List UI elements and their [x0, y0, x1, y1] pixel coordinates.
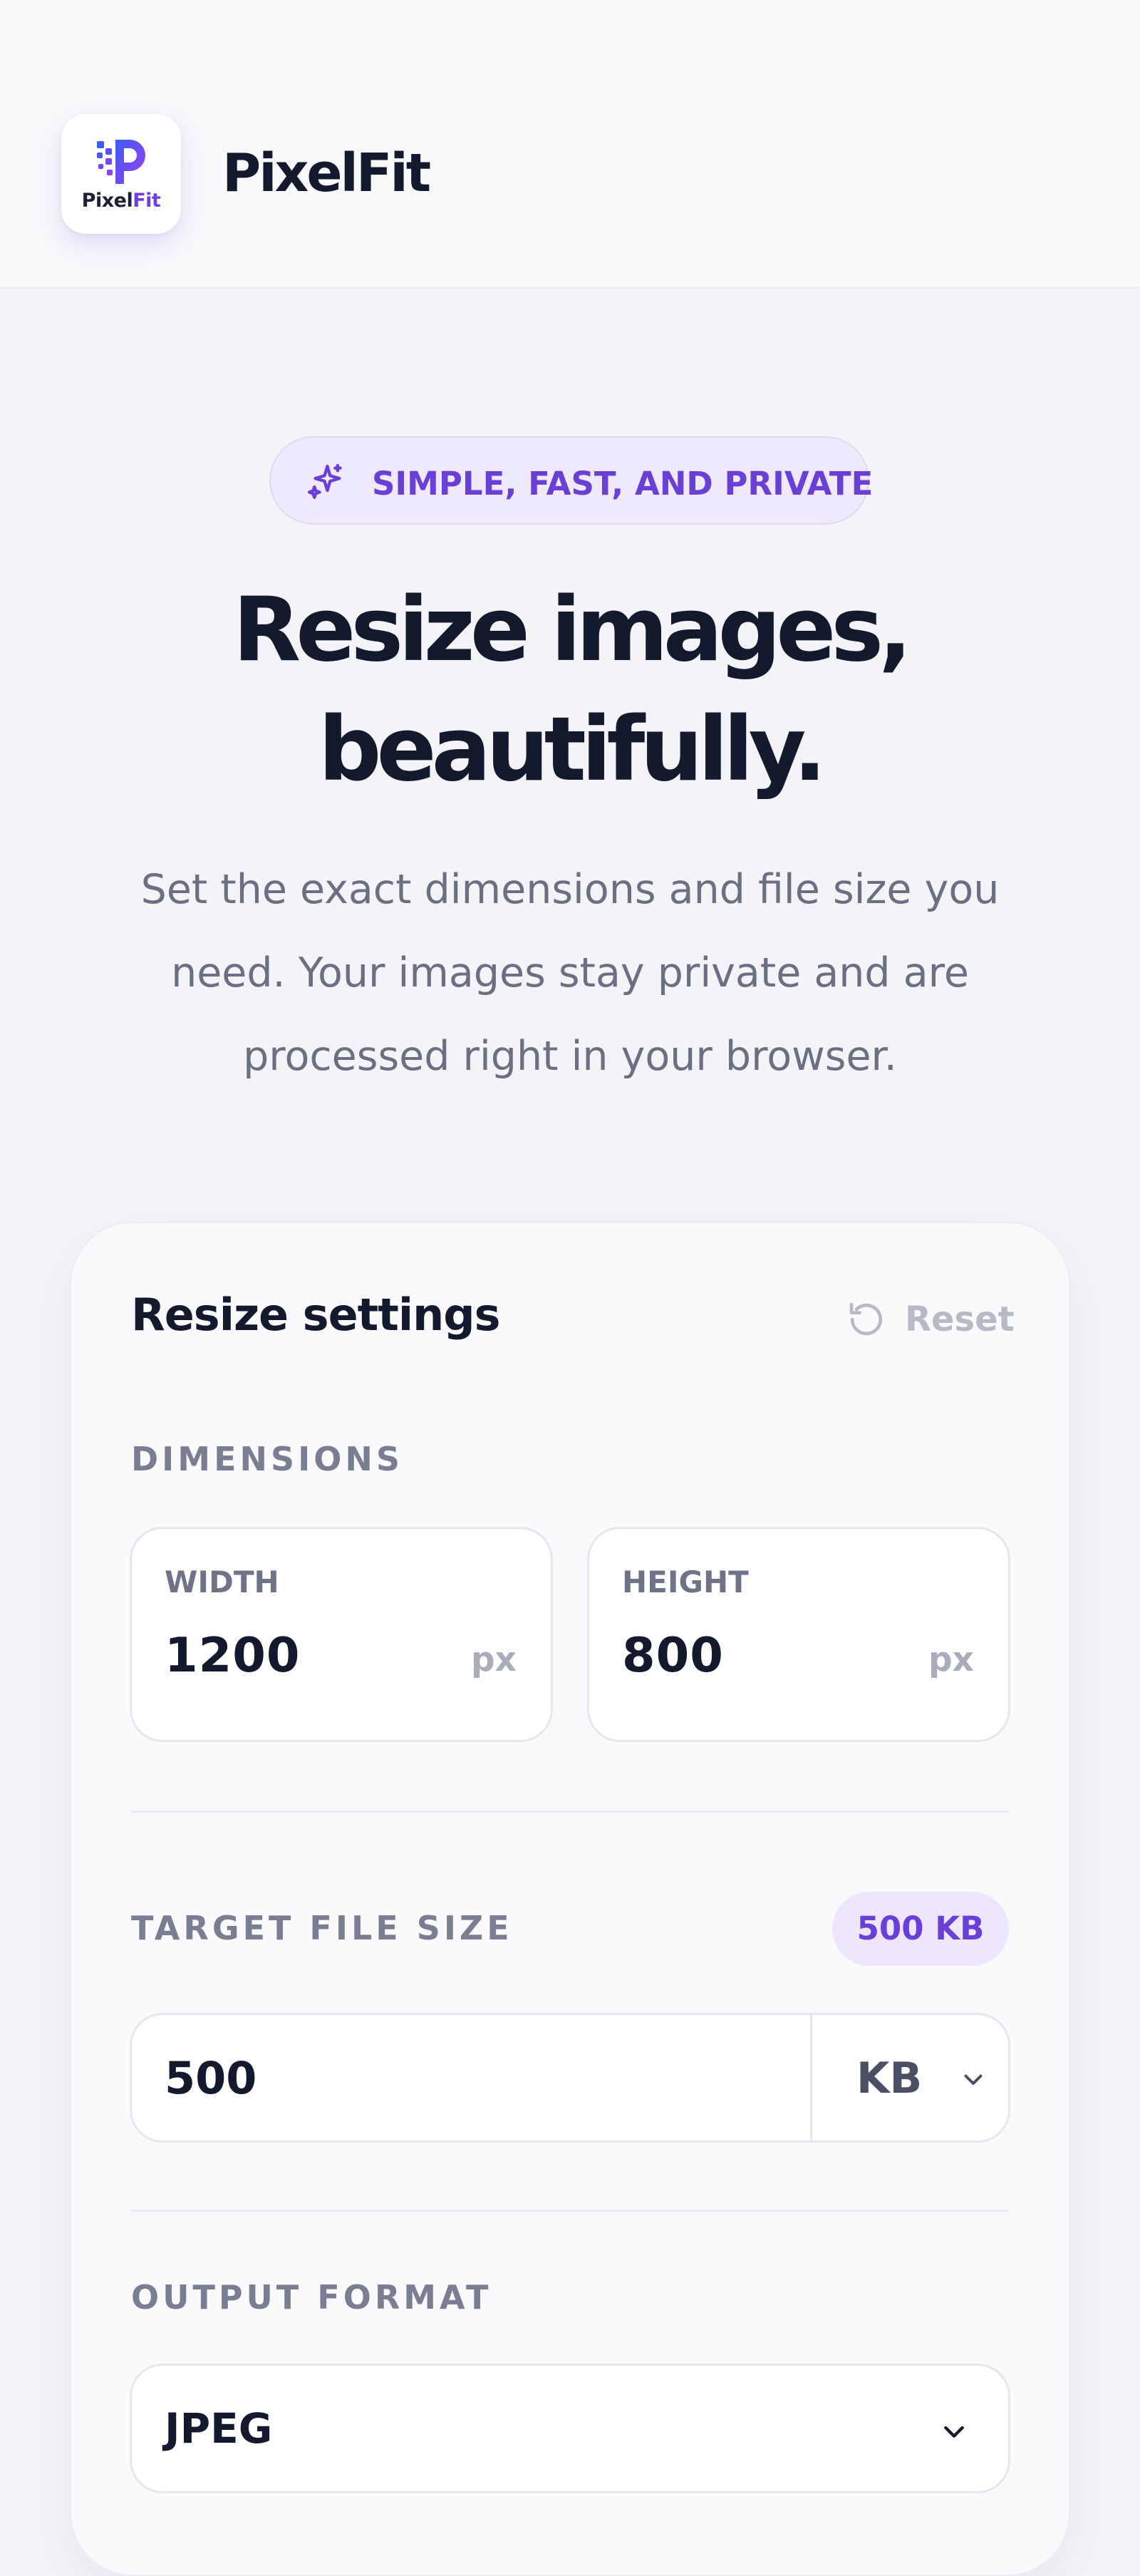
section-divider	[131, 1810, 1009, 1813]
file-size-field[interactable]: 500 KB	[130, 2013, 1010, 2143]
logo-word-fit: Fit	[133, 190, 161, 212]
file-size-label: TARGET FILE SIZE	[131, 1909, 513, 1947]
logo-word-pixel: Pixel	[81, 190, 133, 212]
width-unit: px	[471, 1640, 517, 1679]
brand-name[interactable]: PixelFit	[222, 143, 431, 204]
file-size-badge: 500 KB	[832, 1892, 1009, 1966]
description-line-2: need. Your images stay private and are	[171, 949, 969, 996]
headline-line-1: Resize images,	[232, 579, 913, 681]
reset-icon	[849, 1302, 883, 1336]
app-header: PixelFit PixelFit	[0, 0, 1140, 289]
settings-title: Resize settings	[131, 1289, 501, 1341]
height-label: HEIGHT	[622, 1565, 749, 1599]
sparkle-icon	[307, 463, 342, 499]
reset-button[interactable]: Reset	[846, 1294, 1015, 1344]
chevron-down-icon	[944, 2426, 964, 2438]
height-field[interactable]: HEIGHT 800 px	[587, 1527, 1010, 1742]
section-divider	[131, 2210, 1009, 2212]
badge-label: SIMPLE, FAST, AND PRIVATE	[372, 465, 874, 503]
output-format-value: JPEG	[165, 2404, 273, 2453]
file-size-input[interactable]: 500	[165, 2052, 256, 2104]
logo-wordmark: PixelFit	[61, 190, 181, 212]
height-value[interactable]: 800	[622, 1627, 724, 1683]
pixelfit-logo[interactable]: PixelFit	[61, 114, 181, 234]
reset-label: Reset	[905, 1299, 1015, 1339]
width-label: WIDTH	[165, 1565, 279, 1599]
tagline-badge: SIMPLE, FAST, AND PRIVATE	[269, 436, 873, 525]
pixelfit-logo-icon	[97, 140, 145, 184]
output-format-label: OUTPUT FORMAT	[131, 2278, 492, 2317]
width-field[interactable]: WIDTH 1200 px	[130, 1527, 553, 1742]
hero-description: Set the exact dimensions and file size y…	[93, 848, 1047, 1098]
width-value[interactable]: 1200	[165, 1627, 300, 1683]
description-line-3: processed right in your browser.	[243, 1033, 897, 1080]
dimensions-label: DIMENSIONS	[131, 1440, 403, 1478]
file-size-unit-select[interactable]: KB	[812, 2015, 1010, 2140]
headline-line-2: beautifully.	[318, 699, 826, 801]
output-format-select[interactable]: JPEG	[130, 2364, 1010, 2493]
description-line-1: Set the exact dimensions and file size y…	[140, 866, 1000, 913]
height-unit: px	[928, 1640, 974, 1679]
file-size-unit: KB	[856, 2054, 923, 2103]
chevron-down-icon	[964, 2074, 983, 2085]
